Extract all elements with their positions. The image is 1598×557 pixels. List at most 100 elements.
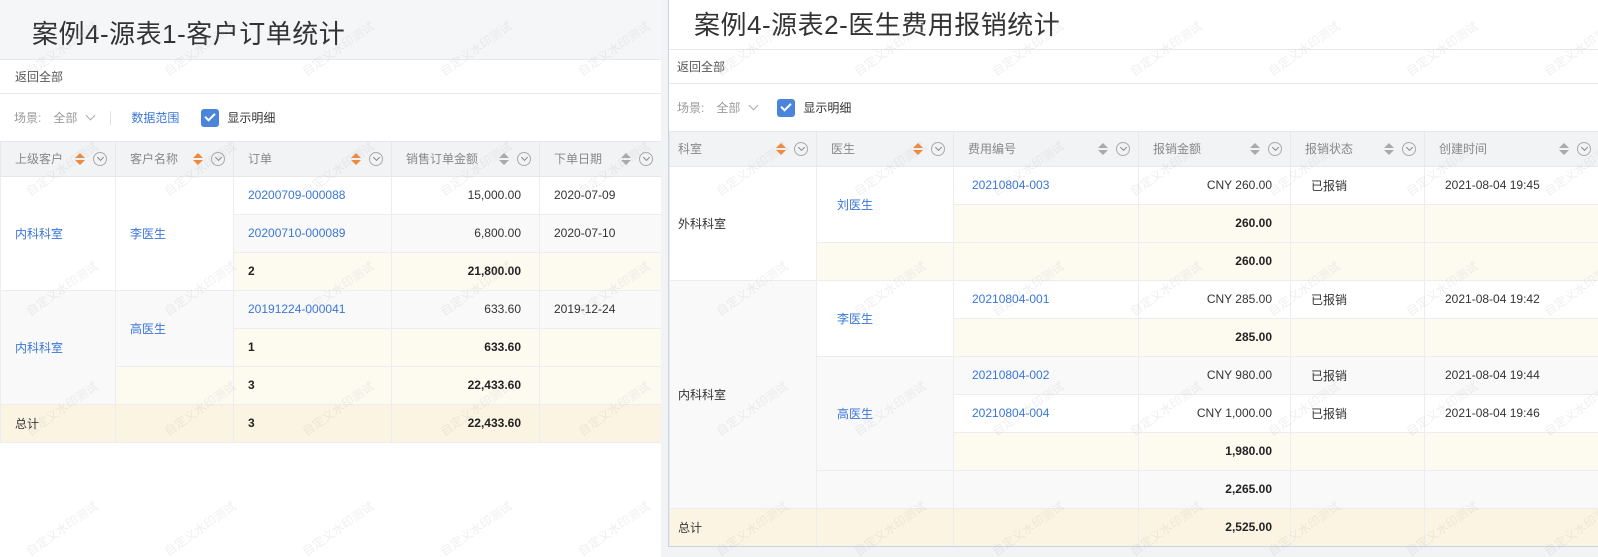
empty-cell [115, 365, 234, 405]
scene-select[interactable]: 全部 [716, 99, 759, 116]
checkbox-checked-icon[interactable] [201, 108, 220, 127]
amount-cell: CNY 285.00 [1138, 279, 1291, 319]
empty-cell [539, 365, 661, 405]
column-menu-icon[interactable] [1268, 141, 1282, 156]
subtotal-count: 2 [233, 251, 392, 291]
left-title-bar: 案例4-源表1-客户订单统计 [0, 0, 661, 60]
order-link[interactable]: 20200710-000089 [233, 213, 392, 253]
column-menu-icon[interactable] [93, 151, 107, 166]
empty-cell [1290, 431, 1425, 471]
code-link[interactable]: 20210804-003 [953, 165, 1139, 205]
back-all-link[interactable]: 返回全部 [677, 58, 725, 75]
empty-cell [816, 241, 954, 281]
sort-icon[interactable] [621, 152, 631, 165]
show-detail-toggle[interactable]: 显示明细 [201, 108, 276, 127]
col-header-dept[interactable]: 科室 [669, 132, 817, 167]
table-row: 外科科室 刘医生 20210804-003 CNY 260.00 已报销 202… [669, 165, 1598, 281]
page-title: 案例4-源表1-客户订单统计 [32, 19, 346, 49]
column-menu-icon[interactable] [794, 141, 808, 156]
subtotal-amount: 633.60 [391, 327, 540, 367]
time-cell: 2021-08-04 19:44 [1424, 355, 1598, 395]
empty-cell [1424, 469, 1598, 509]
empty-cell [539, 403, 661, 443]
column-menu-icon[interactable] [1402, 141, 1416, 156]
scene-select[interactable]: 全部 [53, 109, 96, 126]
table-row: 内科科室 高医生 20191224-000041 633.60 2019-12-… [0, 289, 661, 405]
sort-icon[interactable] [913, 142, 923, 155]
column-menu-icon[interactable] [1577, 141, 1591, 156]
empty-cell [1290, 317, 1425, 357]
page-title: 案例4-源表2-医生费用报销统计 [694, 10, 1061, 40]
col-header-amount[interactable]: 报销金额 [1138, 132, 1291, 167]
doctor-cell[interactable]: 刘医生 [816, 165, 954, 243]
subtotal-amount: 285.00 [1138, 317, 1291, 357]
sort-icon[interactable] [499, 152, 509, 165]
code-link[interactable]: 20210804-004 [953, 393, 1139, 433]
sort-icon[interactable] [1559, 142, 1569, 155]
column-menu-icon[interactable] [517, 151, 531, 166]
column-menu-icon[interactable] [211, 151, 225, 166]
col-header-doctor[interactable]: 医生 [816, 132, 954, 167]
total-label: 总计 [0, 403, 116, 443]
subtotal-amount: 1,980.00 [1138, 431, 1291, 471]
date-cell: 2020-07-10 [539, 213, 661, 253]
empty-cell [115, 403, 234, 443]
table-row: 内科科室 李医生 20200709-000088 15,000.00 2020-… [0, 175, 661, 291]
order-link[interactable]: 20200709-000088 [233, 175, 392, 215]
total-label: 总计 [669, 507, 817, 546]
code-link[interactable]: 20210804-002 [953, 355, 1139, 395]
column-menu-icon[interactable] [931, 141, 945, 156]
empty-cell [1290, 469, 1425, 509]
date-cell: 2020-07-09 [539, 175, 661, 215]
doctor-cell[interactable]: 高医生 [816, 355, 954, 471]
scene-label: 场景: [677, 101, 705, 115]
col-header-status[interactable]: 报销状态 [1290, 132, 1425, 167]
status-cell: 已报销 [1290, 279, 1425, 319]
customer-name-cell[interactable]: 李医生 [115, 175, 234, 291]
group-count: 3 [233, 365, 392, 405]
status-cell: 已报销 [1290, 355, 1425, 395]
checkbox-checked-icon[interactable] [777, 98, 796, 117]
parent-customer-cell[interactable]: 内科科室 [0, 289, 116, 405]
right-back-bar: 返回全部 [669, 50, 1598, 84]
col-header-date[interactable]: 下单日期 [539, 142, 661, 177]
code-link[interactable]: 20210804-001 [953, 279, 1139, 319]
amount-cell: CNY 980.00 [1138, 355, 1291, 395]
sort-icon[interactable] [1250, 142, 1260, 155]
customer-name-cell[interactable]: 高医生 [115, 289, 234, 367]
sort-icon[interactable] [75, 152, 85, 165]
sort-icon[interactable] [776, 142, 786, 155]
column-menu-icon[interactable] [1116, 141, 1130, 156]
column-menu-icon[interactable] [369, 151, 383, 166]
order-link[interactable]: 20191224-000041 [233, 289, 392, 329]
scene-value: 全部 [53, 111, 78, 125]
parent-customer-cell[interactable]: 内科科室 [0, 175, 116, 291]
empty-cell [953, 241, 1139, 281]
sort-icon[interactable] [193, 152, 203, 165]
left-filter-bar: 场景: 全部 数据范围 显示明细 [0, 94, 661, 142]
reimbursement-table: 科室 医生 费用编号 报销金额 报销状态 创建时间 外科科室 刘医生 20210… [669, 132, 1598, 546]
column-menu-icon[interactable] [639, 151, 653, 166]
col-header-amount[interactable]: 销售订单金额 [391, 142, 540, 177]
chevron-down-icon [85, 110, 96, 121]
col-header-parent[interactable]: 上级客户 [0, 142, 116, 177]
col-header-customer[interactable]: 客户名称 [115, 142, 234, 177]
subtotal-amount: 260.00 [1138, 203, 1291, 243]
back-all-link[interactable]: 返回全部 [15, 68, 63, 85]
amount-cell: CNY 1,000.00 [1138, 393, 1291, 433]
show-detail-label: 显示明细 [227, 111, 276, 125]
empty-cell [1424, 317, 1598, 357]
total-count: 3 [233, 403, 392, 443]
empty-cell [1290, 241, 1425, 281]
col-header-order[interactable]: 订单 [233, 142, 392, 177]
sort-icon[interactable] [1098, 142, 1108, 155]
doctor-cell[interactable]: 李医生 [816, 279, 954, 357]
subtotal-count: 1 [233, 327, 392, 367]
show-detail-toggle[interactable]: 显示明细 [777, 98, 851, 117]
sort-icon[interactable] [351, 152, 361, 165]
col-header-code[interactable]: 费用编号 [953, 132, 1139, 167]
col-header-time[interactable]: 创建时间 [1424, 132, 1598, 167]
table-header: 上级客户 客户名称 订单 销售订单金额 下单日期 [0, 142, 661, 177]
sort-icon[interactable] [1384, 142, 1394, 155]
data-range-link[interactable]: 数据范围 [131, 109, 179, 126]
